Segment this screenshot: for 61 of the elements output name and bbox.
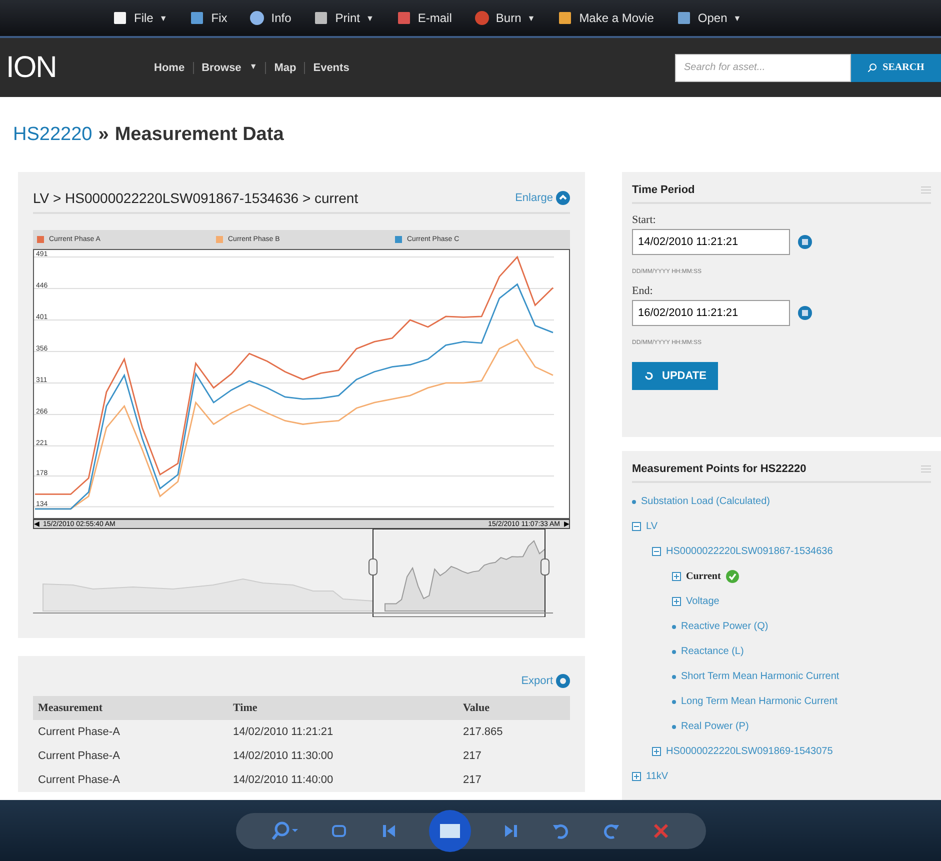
breadcrumb-separator: » <box>98 124 109 146</box>
search-icon <box>868 63 877 72</box>
menu-item[interactable]: Info <box>247 10 294 26</box>
nav-link[interactable]: Map <box>266 62 306 74</box>
expand-icon[interactable] <box>652 747 661 756</box>
table-cell-text: 14/02/2010 11:40:00 <box>233 774 334 786</box>
bullet-icon <box>672 700 676 704</box>
column-header: Value <box>463 702 490 714</box>
calendar-icon <box>798 235 812 249</box>
expand-icon[interactable] <box>672 597 681 606</box>
menu-item[interactable]: Open ▼ <box>674 10 744 26</box>
tree-item[interactable]: Current <box>632 564 931 589</box>
enlarge-icon <box>556 191 570 205</box>
chart-breadcrumb: LV > HS0000022220LSW091867-1534636 > current <box>33 190 358 206</box>
check-icon <box>726 570 739 583</box>
panel-title: Time Period <box>632 184 695 196</box>
navigator-drawing[interactable] <box>33 529 553 617</box>
refresh-icon <box>644 371 654 381</box>
update-button[interactable]: UPDATE <box>632 362 718 390</box>
slideshow-button[interactable] <box>428 808 472 852</box>
search-button[interactable]: SEARCH <box>851 54 941 82</box>
table-cell-text: 217 <box>463 750 482 762</box>
collapse-icon[interactable] <box>632 522 641 531</box>
expand-icon[interactable] <box>672 572 681 581</box>
bullet-icon <box>632 500 636 504</box>
column-header: Measurement <box>38 702 104 714</box>
page-title: Measurement Data <box>114 124 284 146</box>
table-cell-text: Current Phase-A <box>38 774 121 786</box>
field-label: End: <box>632 285 654 297</box>
table-cell-text: 217 <box>463 774 482 786</box>
nav-link[interactable]: Browse ▼ <box>194 62 266 74</box>
menu-item[interactable]: Make a Movie <box>555 10 656 26</box>
column-header: Time <box>233 702 258 714</box>
zoom-icon[interactable] <box>270 820 300 842</box>
menu-item[interactable]: Fix <box>187 10 230 26</box>
table-cell-text: 217.865 <box>463 726 504 738</box>
export-icon <box>556 674 570 688</box>
collapse-icon[interactable] <box>652 547 661 556</box>
table-cell-text: Current Phase-A <box>38 726 121 738</box>
expand-icon[interactable] <box>632 772 641 781</box>
panel-title: Measurement Points for HS22220 <box>632 463 806 475</box>
site-logo[interactable]: ION <box>6 50 146 84</box>
menu-item[interactable]: Burn ▼ <box>472 10 538 26</box>
bullet-icon <box>672 624 676 628</box>
bullet-icon <box>672 650 676 654</box>
table-cell-text: 14/02/2010 11:21:21 <box>233 726 334 738</box>
bullet-icon <box>672 724 676 728</box>
calendar-icon <box>798 306 812 320</box>
menu-item[interactable]: File ▼ <box>110 10 170 26</box>
nav-link[interactable]: Home <box>146 62 194 74</box>
menu-item[interactable]: Print ▼ <box>311 10 376 26</box>
nav-link[interactable]: Events <box>305 62 358 74</box>
menu-item[interactable]: E-mail <box>394 10 454 26</box>
table-cell-text: 14/02/2010 11:30:00 <box>233 750 334 762</box>
date-field[interactable]: 14/02/2010 11:21:21 <box>632 229 790 255</box>
field-label: Start: <box>632 214 657 226</box>
asset-link[interactable]: HS22220 <box>13 124 92 146</box>
table-cell-text: Current Phase-A <box>38 750 121 762</box>
search-field[interactable]: Search for asset... <box>675 54 851 82</box>
bullet-icon <box>672 674 676 678</box>
date-field[interactable]: 16/02/2010 11:21:21 <box>632 300 790 326</box>
